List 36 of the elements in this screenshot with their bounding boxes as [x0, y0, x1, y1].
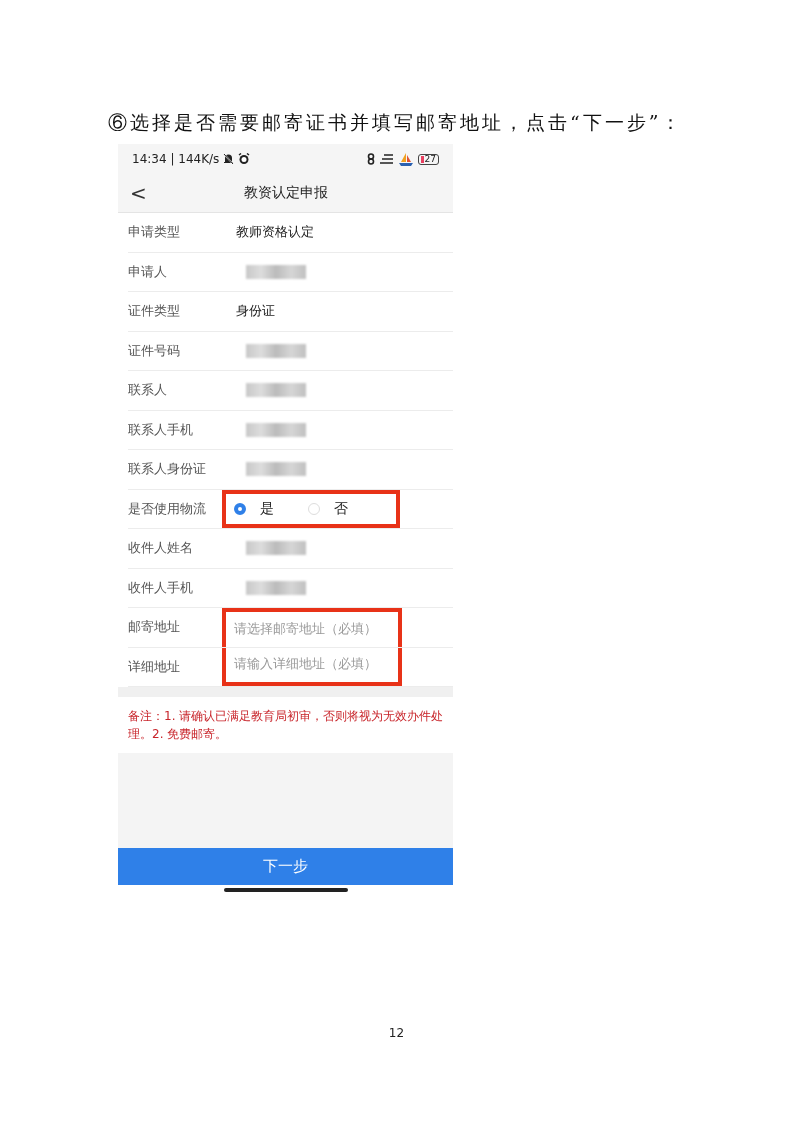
- battery-level: 27: [424, 154, 436, 164]
- field-label: 是否使用物流: [128, 499, 207, 518]
- status-time: 14:34 | 144K/s: [132, 152, 220, 166]
- page-title: 教资认定申报: [243, 184, 328, 202]
- radio-option[interactable]: 否: [308, 499, 348, 518]
- field-value: 身份证: [235, 302, 275, 321]
- field-label: 邮寄地址: [128, 618, 181, 637]
- field-label: 收件人姓名: [128, 539, 194, 558]
- field-label: 联系人手机: [128, 420, 194, 439]
- alarm-icon: [238, 153, 251, 165]
- bell-off-icon: [223, 153, 235, 165]
- sailboat-icon: [397, 151, 414, 167]
- redacted-value: [246, 580, 306, 595]
- page-number: 12: [387, 1026, 406, 1040]
- redacted-value: [246, 343, 306, 358]
- field-label: 详细地址: [128, 657, 181, 676]
- field-label: 证件号码: [128, 341, 181, 360]
- radio-option[interactable]: 是: [234, 499, 274, 518]
- field-label: 证件类型: [128, 302, 181, 321]
- note-text: 备注：1. 请确认已满足教育局初审，否则将视为无效办件处理。2. 免费邮寄。: [118, 697, 453, 753]
- field-label: 联系人: [128, 381, 168, 400]
- field-label: 申请类型: [128, 223, 181, 242]
- back-button[interactable]: <: [130, 181, 147, 205]
- redacted-value: [246, 383, 306, 398]
- field-label: 收件人手机: [128, 578, 194, 597]
- field-label: 申请人: [128, 262, 168, 281]
- field-label: 联系人身份证: [128, 460, 207, 479]
- redacted-value: [246, 422, 306, 437]
- redacted-value: [246, 541, 306, 556]
- signal-lines-icon: [379, 154, 394, 164]
- next-button[interactable]: 下一步: [118, 848, 453, 885]
- redacted-value: [246, 264, 306, 279]
- link-icon: [365, 153, 376, 165]
- field-value: 教师资格认定: [235, 223, 314, 242]
- redacted-value: [246, 462, 306, 477]
- instruction-text: ⑥选择是否需要邮寄证书并填写邮寄地址，点击“下一步”：: [108, 110, 684, 135]
